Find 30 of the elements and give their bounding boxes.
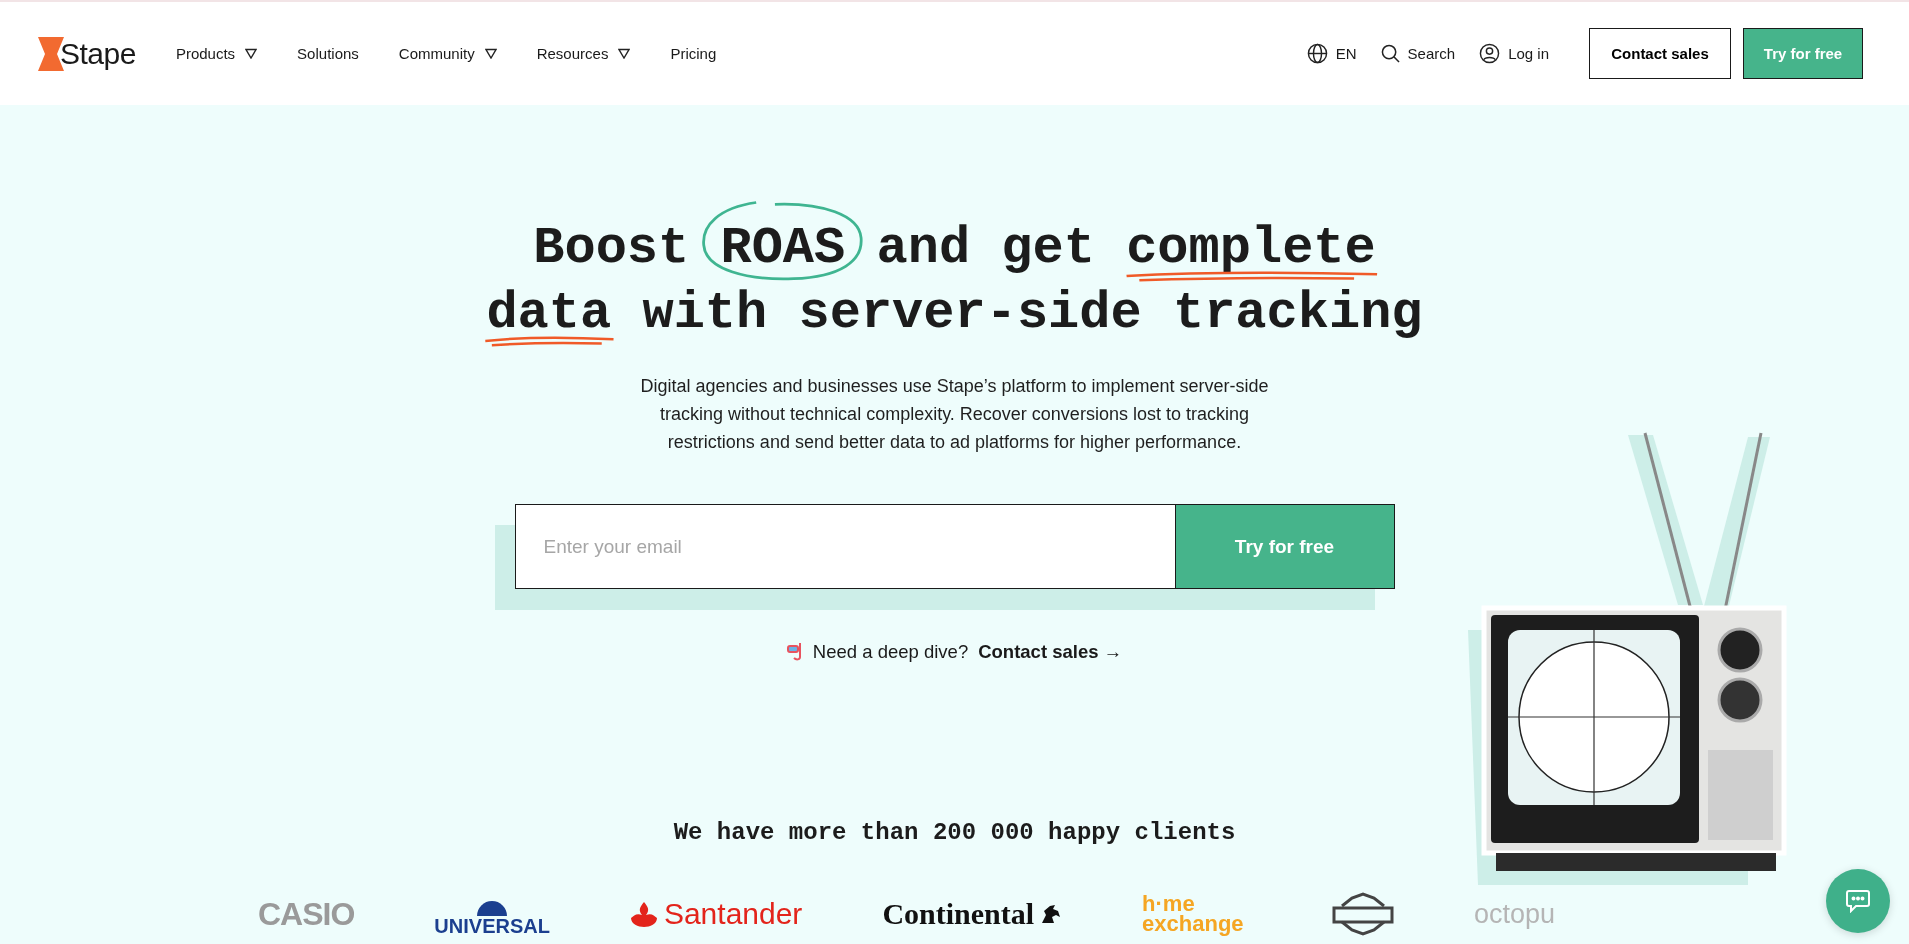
contact-sales-link[interactable]: Contact sales →: [978, 641, 1123, 663]
email-field[interactable]: Enter your email: [514, 504, 1175, 589]
client-logo: octopu: [1474, 898, 1556, 930]
nav-link[interactable]: Products: [175, 45, 258, 62]
chat-bubble-icon: [1845, 889, 1871, 913]
user-icon: [1479, 43, 1501, 64]
client-logo: Santander: [663, 897, 803, 931]
nav-link[interactable]: Pricing: [670, 45, 717, 62]
deep-dive-text: Need a deep dive?: [812, 641, 969, 663]
hero-headline: Boost ROAS and get complete data with server-side tracking: [474, 216, 1435, 346]
horse-icon: [1040, 903, 1063, 925]
clients-heading: We have more than 200 000 happy clients: [673, 818, 1236, 848]
search-icon: [1380, 44, 1400, 63]
chat-button[interactable]: [1826, 869, 1890, 933]
flame-icon: [629, 901, 658, 927]
hero-description: Digital agencies and businesses use Stape’s platform to implement server-side tracking without technical complexity. Recover conversions lost to tracking restrictions and send better data to ad platforms for higher performance.: [639, 375, 1270, 454]
nav-link[interactable]: Solutions: [297, 45, 359, 62]
nav-link[interactable]: Resources: [536, 45, 631, 62]
contact-sales-button[interactable]: Contact sales: [1589, 28, 1731, 79]
language-selector[interactable]: EN: [1306, 43, 1357, 64]
client-logo: Continental: [882, 897, 1035, 931]
client-logo: UNIVERSAL: [434, 916, 550, 936]
login-link[interactable]: Log in: [1479, 43, 1549, 64]
nav-link[interactable]: Community: [398, 45, 497, 62]
client-logo: CASIO: [258, 895, 355, 933]
search-link[interactable]: Search: [1380, 44, 1456, 63]
shield-logo-icon: [1332, 892, 1395, 936]
snorkel-mask-icon: [786, 642, 803, 662]
logo-text[interactable]: Stape: [60, 36, 136, 71]
client-logo: h·me exchange: [1142, 894, 1245, 934]
